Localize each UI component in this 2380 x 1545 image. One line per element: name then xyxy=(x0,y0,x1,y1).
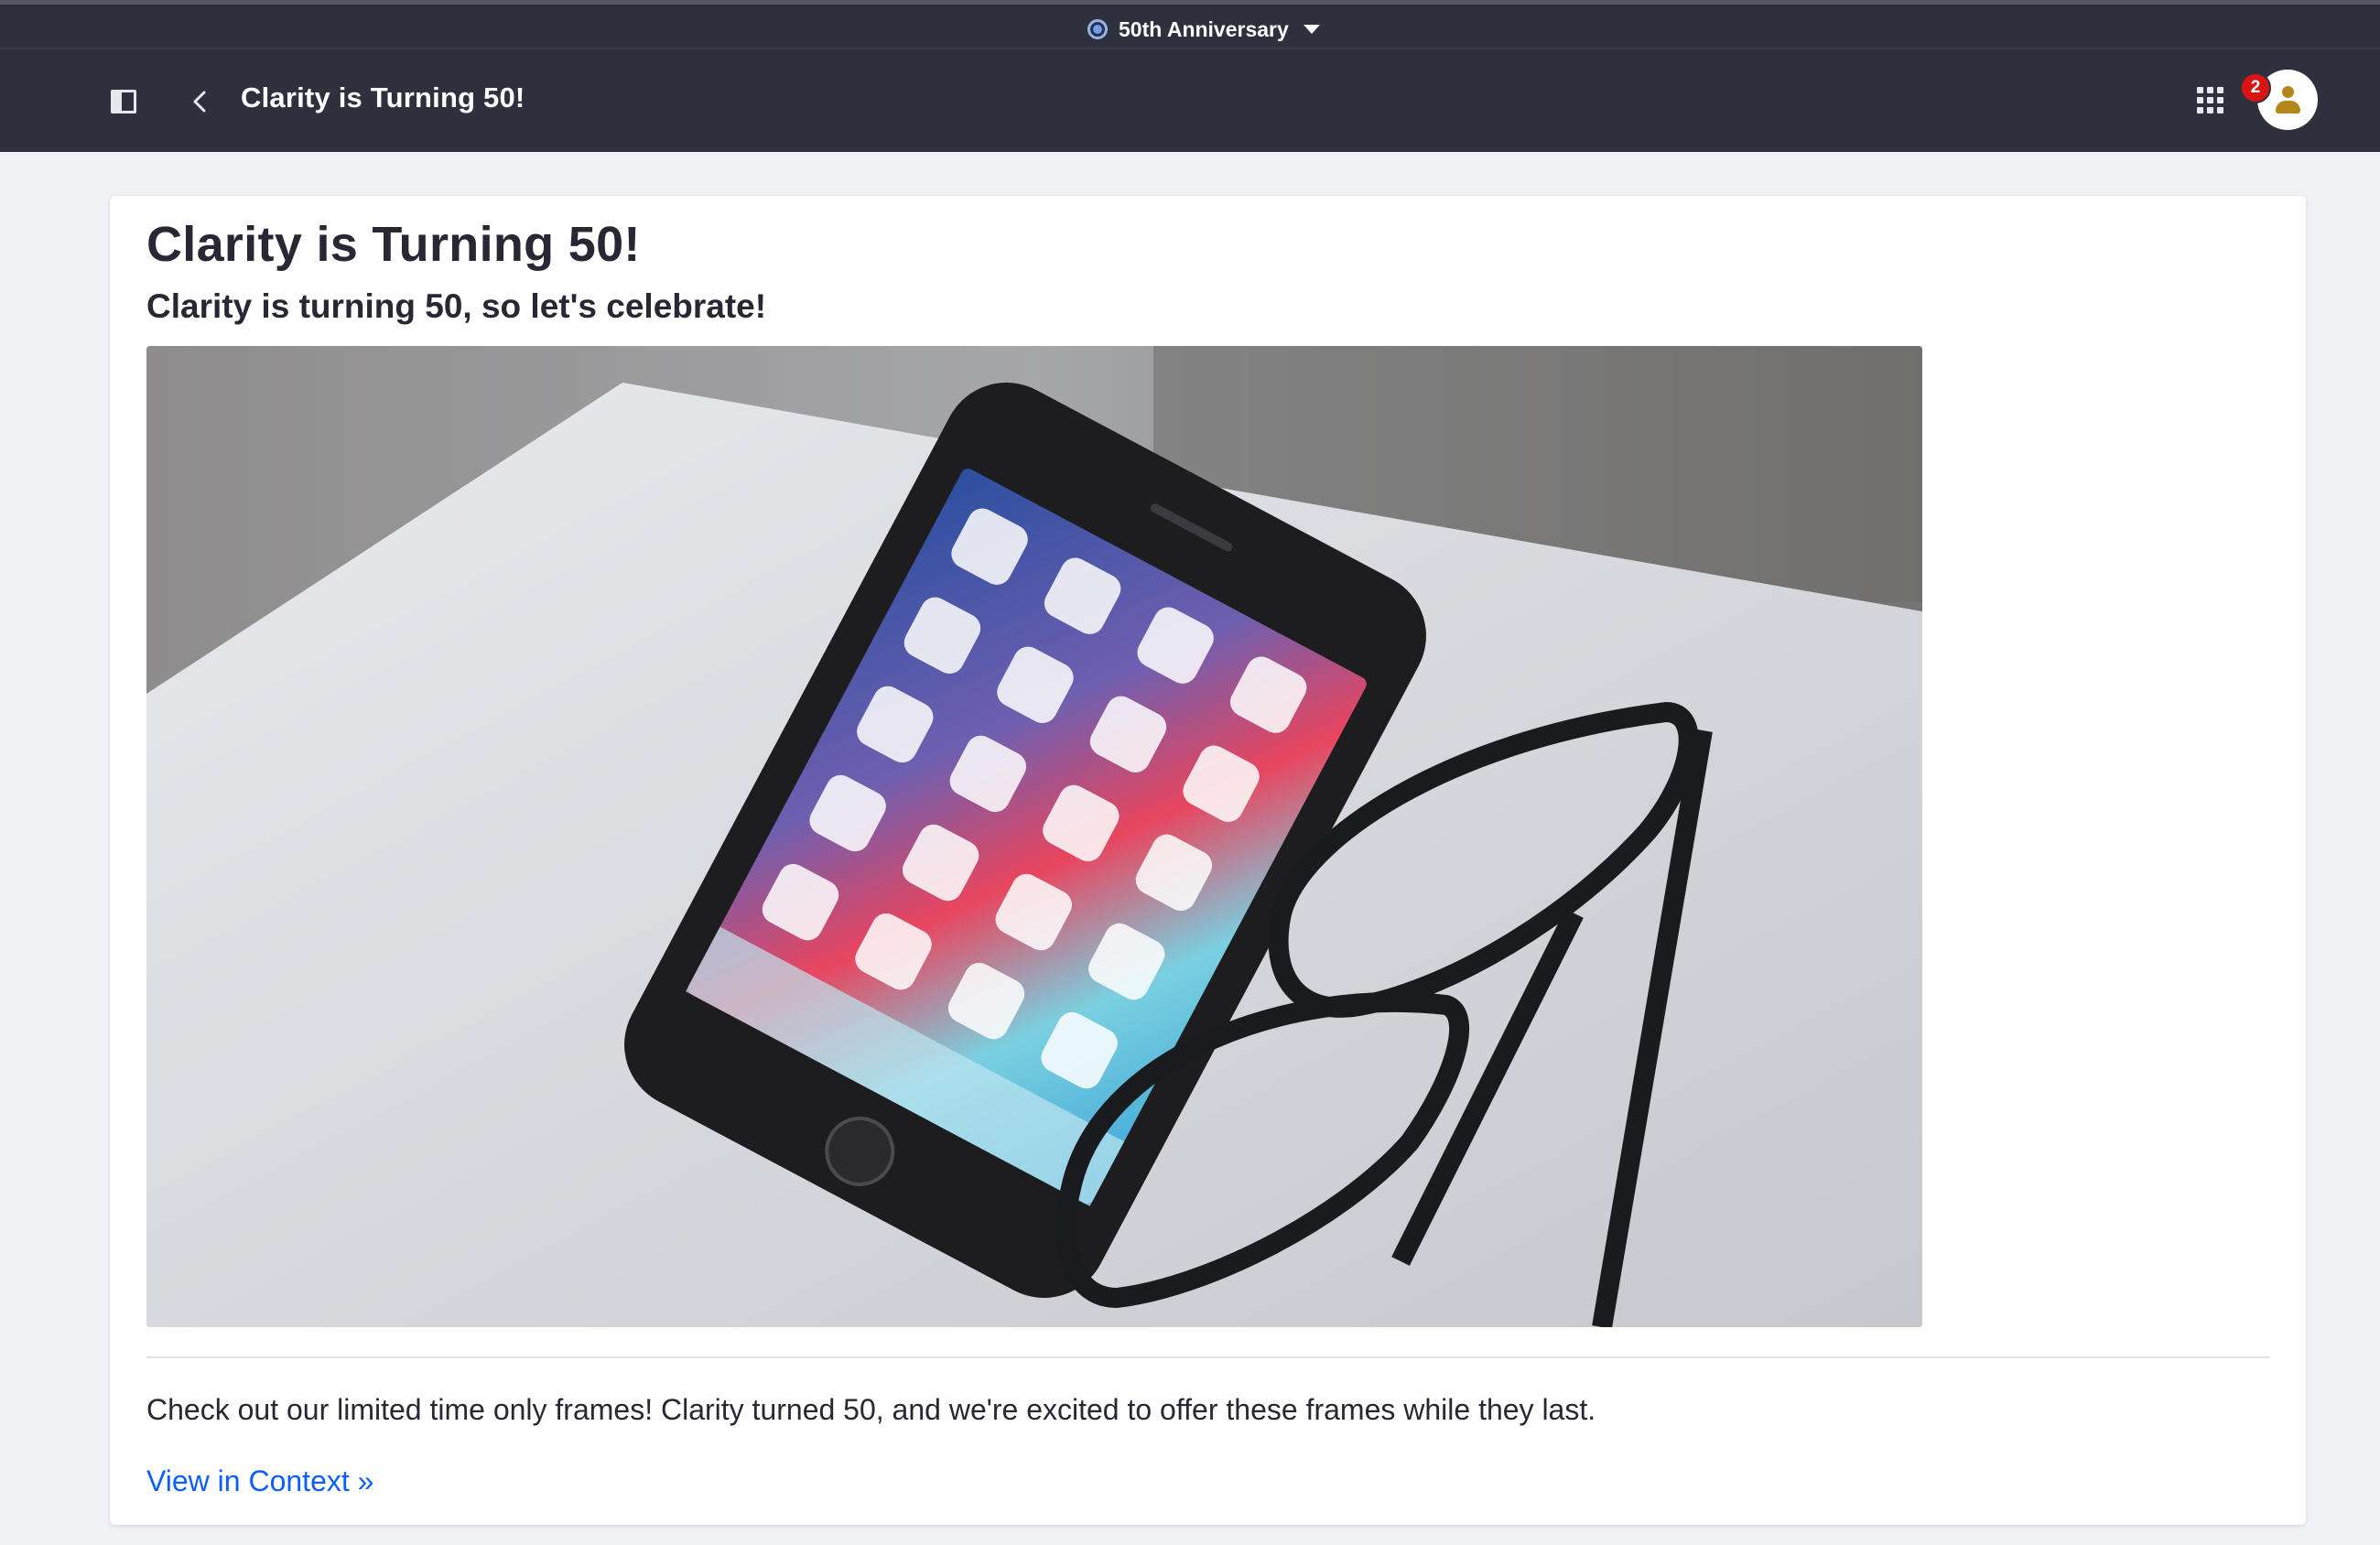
hero-image xyxy=(146,346,1922,1327)
site-selector[interactable]: 50th Anniversary xyxy=(1087,14,1320,45)
article-body: Check out our limited time only frames! … xyxy=(146,1393,1596,1426)
avatar-head xyxy=(2282,86,2294,98)
product-menu-toggle-icon[interactable] xyxy=(111,90,136,113)
caret-down-icon xyxy=(1303,25,1320,34)
divider xyxy=(146,1356,2270,1358)
apps-grid-icon[interactable] xyxy=(2197,87,2224,114)
content-card: Clarity is Turning 50! Clarity is turnin… xyxy=(110,196,2306,1525)
site-bar: 50th Anniversary xyxy=(0,0,2380,49)
control-menu: Clarity is Turning 50! 2 xyxy=(0,49,2380,152)
avatar-body xyxy=(2276,101,2300,113)
article-title: Clarity is Turning 50! xyxy=(146,217,641,272)
site-name: 50th Anniversary xyxy=(1119,16,1289,41)
view-in-context-link[interactable]: View in Context » xyxy=(146,1464,373,1498)
page-title: Clarity is Turning 50! xyxy=(241,81,525,113)
chevron-left-icon[interactable] xyxy=(187,88,214,115)
radio-dot-icon xyxy=(1087,19,1108,39)
notification-badge[interactable]: 2 xyxy=(2240,72,2271,103)
phone-and-glasses-photo xyxy=(146,346,1922,1327)
article-subtitle: Clarity is turning 50, so let's celebrat… xyxy=(146,287,767,325)
